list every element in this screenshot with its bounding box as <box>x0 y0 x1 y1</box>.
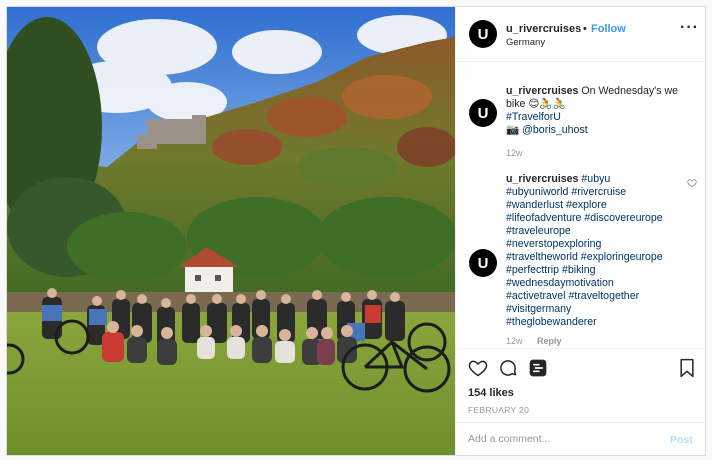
avatar-letter: U <box>477 104 489 122</box>
hashtag[interactable]: #exploringeurope <box>581 251 663 263</box>
header-username[interactable]: u_rivercruises <box>506 23 581 35</box>
caption-username[interactable]: u_rivercruises <box>506 85 578 97</box>
hashtag[interactable]: #visitgermany <box>506 303 571 315</box>
post-photo[interactable] <box>7 7 455 455</box>
caption-text: u_rivercruises On Wednesday's we bike 😊🚴… <box>506 85 691 137</box>
avatar[interactable]: U <box>469 249 497 277</box>
post-actions: 154 likes FEBRUARY 20 Post <box>456 348 706 455</box>
hashtag[interactable]: #perfecttrip <box>506 264 559 276</box>
hashtag[interactable]: #ubyu <box>581 173 610 185</box>
hashtag[interactable]: #discovereurope <box>584 212 662 224</box>
hashtag[interactable]: #traveleurope <box>506 225 571 237</box>
ellipsis-icon[interactable]: ··· <box>680 20 699 36</box>
avatar-letter: U <box>477 254 489 272</box>
hashtag[interactable]: #explore <box>566 199 607 211</box>
comment-icon[interactable] <box>498 358 518 378</box>
avatar[interactable]: U <box>469 99 497 127</box>
bookmark-icon[interactable] <box>678 358 696 378</box>
avatar-letter: U <box>477 25 489 43</box>
hashtag[interactable]: #ubyuniworld <box>506 186 568 198</box>
post-comment-button[interactable]: Post <box>670 434 693 446</box>
share-icon[interactable] <box>528 358 548 378</box>
comment-text: u_rivercruises #ubyu #ubyuniworld #river… <box>506 173 691 329</box>
hashtag[interactable]: #biking <box>562 264 596 276</box>
comment-username[interactable]: u_rivercruises <box>506 173 578 185</box>
hashtag[interactable]: #traveltogether <box>568 290 639 302</box>
hashtag[interactable]: #wanderlust <box>506 199 563 211</box>
likes-count[interactable]: 154 likes <box>468 387 514 399</box>
caption-time[interactable]: 12w <box>506 148 523 158</box>
instagram-post: U u_rivercruises • Follow Germany ··· U … <box>6 6 706 456</box>
camera-icon: 📷 <box>506 124 520 136</box>
caption-hashtag[interactable]: #TravelforU <box>506 111 561 123</box>
follow-button[interactable]: Follow <box>591 23 626 35</box>
post-header: U u_rivercruises • Follow Germany ··· <box>456 7 706 62</box>
hashtag[interactable]: #theglobewanderer <box>506 316 597 328</box>
post-side-panel: U u_rivercruises • Follow Germany ··· U … <box>455 7 706 455</box>
location-link[interactable]: Germany <box>506 37 545 48</box>
avatar[interactable]: U <box>469 20 497 48</box>
comment-like-icon[interactable] <box>687 178 697 188</box>
reply-button[interactable]: Reply <box>537 336 562 346</box>
header-separator: • <box>583 23 587 35</box>
hashtag[interactable]: #wednesdaymotivation <box>506 277 614 289</box>
comment-input[interactable] <box>468 433 648 445</box>
hashtag[interactable]: #rivercruise <box>571 186 626 198</box>
add-comment-bar: Post <box>456 422 706 456</box>
post-date[interactable]: FEBRUARY 20 <box>468 405 529 415</box>
hashtag[interactable]: #traveltheworld <box>506 251 578 263</box>
caption-mention[interactable]: @boris_uhost <box>522 124 588 136</box>
group-cycling-photo <box>7 7 455 455</box>
hashtag[interactable]: #lifeofadventure <box>506 212 581 224</box>
hashtag[interactable]: #neverstopexploring <box>506 238 601 250</box>
comment-meta: 12w Reply <box>506 336 562 346</box>
heart-icon[interactable] <box>468 358 488 378</box>
hashtag[interactable]: #activetravel <box>506 290 565 302</box>
comment-time[interactable]: 12w <box>506 336 523 346</box>
comments-area[interactable]: U u_rivercruises On Wednesday's we bike … <box>456 63 706 348</box>
